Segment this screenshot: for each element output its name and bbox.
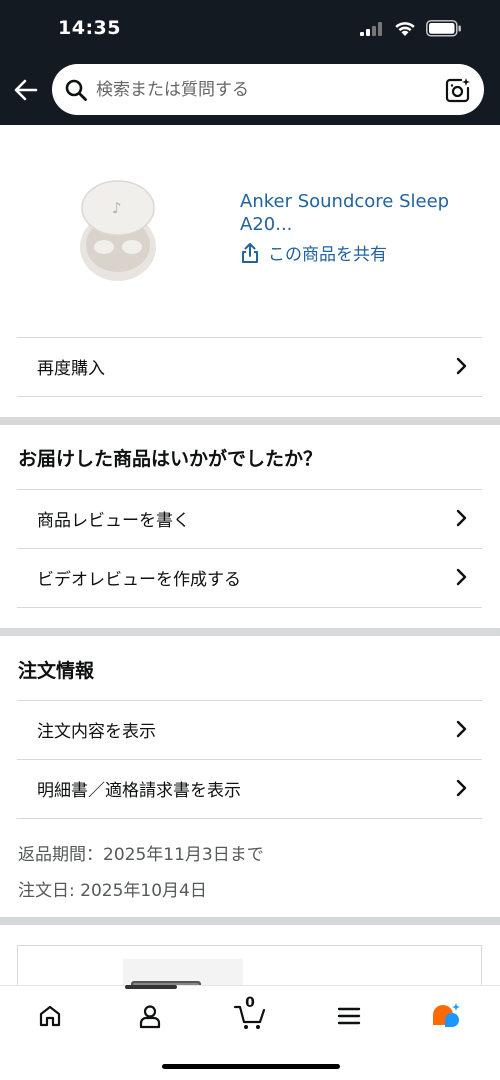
write-review-row[interactable]: 商品レビューを書く: [17, 489, 482, 547]
share-product-link[interactable]: この商品を共有: [240, 240, 387, 265]
view-order-row[interactable]: 注文内容を表示: [17, 700, 482, 758]
search-bar[interactable]: [52, 64, 484, 115]
divider: [17, 818, 482, 819]
divider: [17, 396, 482, 397]
share-label: この商品を共有: [268, 245, 387, 265]
chevron-right-icon: [456, 568, 467, 586]
rufus-icon: [433, 1003, 460, 1027]
camera-search-icon[interactable]: [444, 76, 472, 104]
search-icon: [65, 79, 87, 101]
view-invoice-label: 明細書／適格請求書を表示: [37, 780, 241, 801]
top-bar: 14:35: [0, 0, 500, 125]
video-review-row[interactable]: ビデオレビューを作成する: [17, 548, 482, 606]
nav-home[interactable]: [32, 1000, 68, 1032]
cart-count: 0: [245, 995, 255, 1011]
sheet-grab-handle: [125, 985, 177, 989]
chevron-right-icon: [456, 357, 467, 375]
menu-icon: [337, 1007, 361, 1025]
return-period: 返品期間：2025年11月3日まで: [18, 845, 264, 865]
buy-again-row[interactable]: 再度購入: [17, 337, 482, 395]
status-time: 14:35: [58, 17, 121, 39]
home-icon: [39, 1005, 61, 1027]
write-review-label: 商品レビューを書く: [37, 510, 190, 531]
order-date: 注文日: 2025年10月4日: [18, 881, 207, 901]
search-input[interactable]: [96, 64, 436, 115]
view-order-label: 注文内容を表示: [37, 721, 156, 742]
section-divider: [0, 417, 500, 425]
divider: [17, 607, 482, 608]
product-title[interactable]: Anker Soundcore Sleep A20...: [240, 190, 480, 236]
chevron-right-icon: [456, 779, 467, 797]
order-section-title: 注文情報: [18, 660, 95, 682]
nav-account[interactable]: [132, 1000, 168, 1032]
account-icon: [139, 1005, 161, 1029]
video-review-label: ビデオレビューを作成する: [37, 569, 241, 590]
product-image[interactable]: ♪: [68, 175, 168, 287]
nav-rufus[interactable]: [428, 1000, 464, 1032]
share-icon: [242, 242, 258, 263]
section-divider: [0, 628, 500, 636]
back-arrow-icon[interactable]: [12, 76, 40, 104]
battery-icon: [426, 20, 461, 37]
status-icons: [360, 20, 462, 37]
signal-icon: [360, 21, 382, 36]
view-invoice-row[interactable]: 明細書／適格請求書を表示: [17, 759, 482, 817]
chevron-right-icon: [456, 720, 467, 738]
home-indicator: [162, 1064, 340, 1069]
review-section-title: お届けした商品はいかがでしたか？: [18, 448, 323, 470]
nav-menu[interactable]: [331, 1000, 367, 1032]
chevron-right-icon: [456, 509, 467, 527]
nav-cart[interactable]: 0: [232, 995, 268, 1032]
section-divider: [0, 917, 500, 925]
buy-again-label: 再度購入: [37, 358, 105, 379]
wifi-icon: [395, 21, 415, 36]
svg-text:♪: ♪: [112, 199, 122, 217]
